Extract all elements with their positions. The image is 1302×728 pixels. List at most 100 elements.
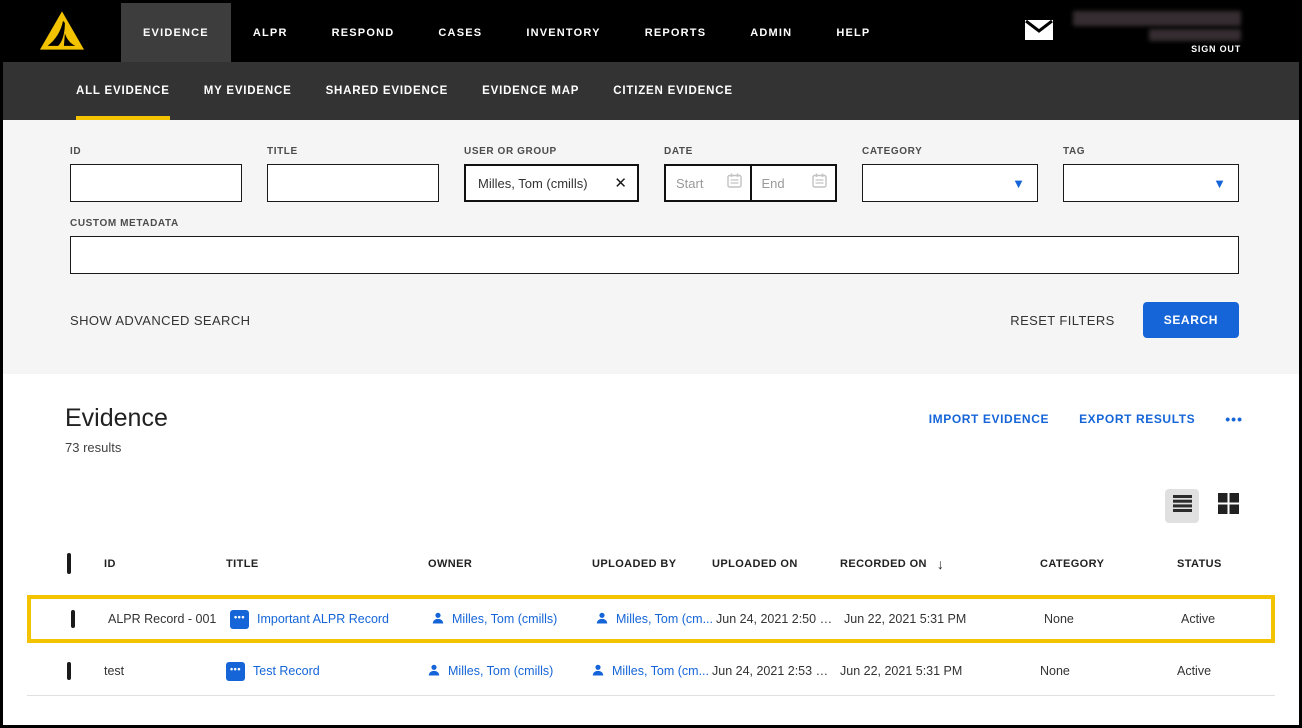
- cell-recorded-on: Jun 22, 2021 5:31 PM: [840, 664, 1040, 678]
- title-label: TITLE: [267, 146, 439, 157]
- search-button[interactable]: SEARCH: [1143, 302, 1239, 338]
- date-start-input[interactable]: Start: [666, 166, 750, 200]
- alpr-record-icon: •••: [226, 662, 245, 681]
- cell-recorded-on: Jun 22, 2021 5:31 PM: [844, 612, 1044, 626]
- cell-owner-link[interactable]: Milles, Tom (cmills): [428, 664, 592, 679]
- id-label: ID: [70, 146, 242, 157]
- filter-field-id: ID: [70, 146, 242, 202]
- id-input[interactable]: [70, 164, 242, 202]
- column-header-title[interactable]: TITLE: [226, 558, 428, 570]
- cell-uploaded-by-link[interactable]: Milles, Tom (cm...: [592, 664, 712, 679]
- export-results-link[interactable]: EXPORT RESULTS: [1079, 412, 1195, 426]
- nav-item-inventory[interactable]: INVENTORY: [504, 3, 622, 62]
- evidence-title-link[interactable]: Important ALPR Record: [257, 612, 389, 626]
- column-header-recorded-on[interactable]: RECORDED ON ↓: [840, 556, 1040, 572]
- column-header-uploaded-by[interactable]: UPLOADED BY: [592, 558, 712, 570]
- subnav-item-label: SHARED EVIDENCE: [326, 85, 449, 97]
- clear-user-filter-icon[interactable]: ✕: [614, 176, 627, 191]
- nav-item-label: EVIDENCE: [143, 27, 209, 39]
- tag-dropdown[interactable]: ▼: [1063, 164, 1239, 202]
- sign-out-link[interactable]: SIGN OUT: [1191, 44, 1241, 54]
- column-header-uploaded-on[interactable]: UPLOADED ON: [712, 558, 840, 570]
- cell-title-link[interactable]: ••• Test Record: [226, 662, 428, 681]
- reset-filters-link[interactable]: RESET FILTERS: [1010, 313, 1114, 328]
- uploaded-by-link[interactable]: Milles, Tom (cm...: [612, 664, 709, 678]
- person-icon: [592, 664, 604, 679]
- nav-item-cases[interactable]: CASES: [416, 3, 504, 62]
- tag-label: TAG: [1063, 146, 1239, 157]
- evidence-title-link[interactable]: Test Record: [253, 664, 320, 678]
- cell-id: test: [104, 664, 226, 678]
- cell-title-link[interactable]: ••• Important ALPR Record: [230, 610, 432, 629]
- calendar-icon[interactable]: [812, 173, 827, 193]
- nav-item-alpr[interactable]: ALPR: [231, 3, 310, 62]
- cell-category: None: [1040, 664, 1177, 678]
- user-info-block: SIGN OUT: [1073, 11, 1241, 54]
- cell-uploaded-by-link[interactable]: Milles, Tom (cm...: [596, 612, 716, 627]
- row-checkbox[interactable]: [71, 610, 75, 628]
- user-or-group-input[interactable]: Milles, Tom (cmills) ✕: [464, 164, 639, 202]
- evidence-table: ID TITLE OWNER UPLOADED BY UPLOADED ON R…: [27, 547, 1275, 696]
- search-filter-panel: ID TITLE USER OR GROUP Milles, Tom (cmil…: [3, 120, 1299, 374]
- subnav-item-label: MY EVIDENCE: [204, 85, 292, 97]
- subnav-item-label: ALL EVIDENCE: [76, 85, 170, 97]
- results-title-block: Evidence 73 results: [65, 404, 168, 455]
- cell-status: Active: [1181, 612, 1271, 626]
- column-header-status[interactable]: STATUS: [1177, 558, 1275, 570]
- select-all-checkbox[interactable]: [67, 553, 71, 574]
- chevron-down-icon: ▼: [1213, 177, 1226, 190]
- calendar-icon[interactable]: [727, 173, 742, 193]
- row-checkbox[interactable]: [67, 662, 71, 680]
- more-options-icon[interactable]: •••: [1225, 412, 1243, 426]
- subnav-shared-evidence[interactable]: SHARED EVIDENCE: [326, 62, 449, 120]
- subnav-my-evidence[interactable]: MY EVIDENCE: [204, 62, 292, 120]
- sort-descending-icon[interactable]: ↓: [937, 556, 944, 572]
- owner-link[interactable]: Milles, Tom (cmills): [452, 612, 557, 626]
- topnav-right-cluster: SIGN OUT: [1025, 3, 1299, 62]
- date-start-placeholder: Start: [676, 176, 703, 191]
- uploaded-by-link[interactable]: Milles, Tom (cm...: [616, 612, 713, 626]
- filter-field-user-or-group: USER OR GROUP Milles, Tom (cmills) ✕: [464, 146, 639, 202]
- date-end-input[interactable]: End: [750, 166, 836, 200]
- subnav-item-label: EVIDENCE MAP: [482, 85, 579, 97]
- list-view-button[interactable]: [1165, 489, 1199, 523]
- app-logo[interactable]: [3, 3, 121, 62]
- redacted-user-name: [1149, 29, 1241, 41]
- nav-item-label: CASES: [438, 27, 482, 39]
- date-end-placeholder: End: [762, 176, 785, 191]
- nav-item-reports[interactable]: REPORTS: [623, 3, 729, 62]
- table-header-row: ID TITLE OWNER UPLOADED BY UPLOADED ON R…: [27, 547, 1275, 581]
- owner-link[interactable]: Milles, Tom (cmills): [448, 664, 553, 678]
- cell-owner-link[interactable]: Milles, Tom (cmills): [432, 612, 596, 627]
- nav-item-admin[interactable]: ADMIN: [728, 3, 814, 62]
- show-advanced-search-link[interactable]: SHOW ADVANCED SEARCH: [70, 313, 250, 328]
- subnav-citizen-evidence[interactable]: CITIZEN EVIDENCE: [613, 62, 733, 120]
- category-dropdown[interactable]: ▼: [862, 164, 1038, 202]
- custom-metadata-input[interactable]: [70, 236, 1239, 274]
- evidence-sub-navigation: ALL EVIDENCE MY EVIDENCE SHARED EVIDENCE…: [3, 62, 1299, 120]
- grid-view-button[interactable]: [1211, 489, 1245, 523]
- table-row-test-record[interactable]: test ••• Test Record Milles, Tom (cmills…: [27, 647, 1275, 696]
- cell-id: ALPR Record - 001: [108, 612, 230, 626]
- column-header-id[interactable]: ID: [104, 558, 226, 570]
- nav-item-evidence[interactable]: EVIDENCE: [121, 3, 231, 62]
- custom-metadata-label: CUSTOM METADATA: [70, 218, 1239, 229]
- person-icon: [428, 664, 440, 679]
- nav-item-help[interactable]: HELP: [814, 3, 892, 62]
- column-header-owner[interactable]: OWNER: [428, 558, 592, 570]
- redacted-agency-name: [1073, 11, 1241, 26]
- nav-item-respond[interactable]: RESPOND: [310, 3, 417, 62]
- table-row-alpr-record[interactable]: ALPR Record - 001 ••• Important ALPR Rec…: [27, 595, 1275, 643]
- column-header-category[interactable]: CATEGORY: [1040, 558, 1177, 570]
- nav-item-label: INVENTORY: [526, 27, 600, 39]
- filter-field-tag: TAG ▼: [1063, 146, 1239, 202]
- import-evidence-link[interactable]: IMPORT EVIDENCE: [929, 412, 1049, 426]
- title-input[interactable]: [267, 164, 439, 202]
- user-or-group-value: Milles, Tom (cmills): [478, 176, 588, 191]
- cell-status: Active: [1177, 664, 1275, 678]
- cell-category: None: [1044, 612, 1181, 626]
- messages-button[interactable]: [1025, 20, 1053, 45]
- subnav-all-evidence[interactable]: ALL EVIDENCE: [76, 62, 170, 120]
- subnav-evidence-map[interactable]: EVIDENCE MAP: [482, 62, 579, 120]
- category-label: CATEGORY: [862, 146, 1038, 157]
